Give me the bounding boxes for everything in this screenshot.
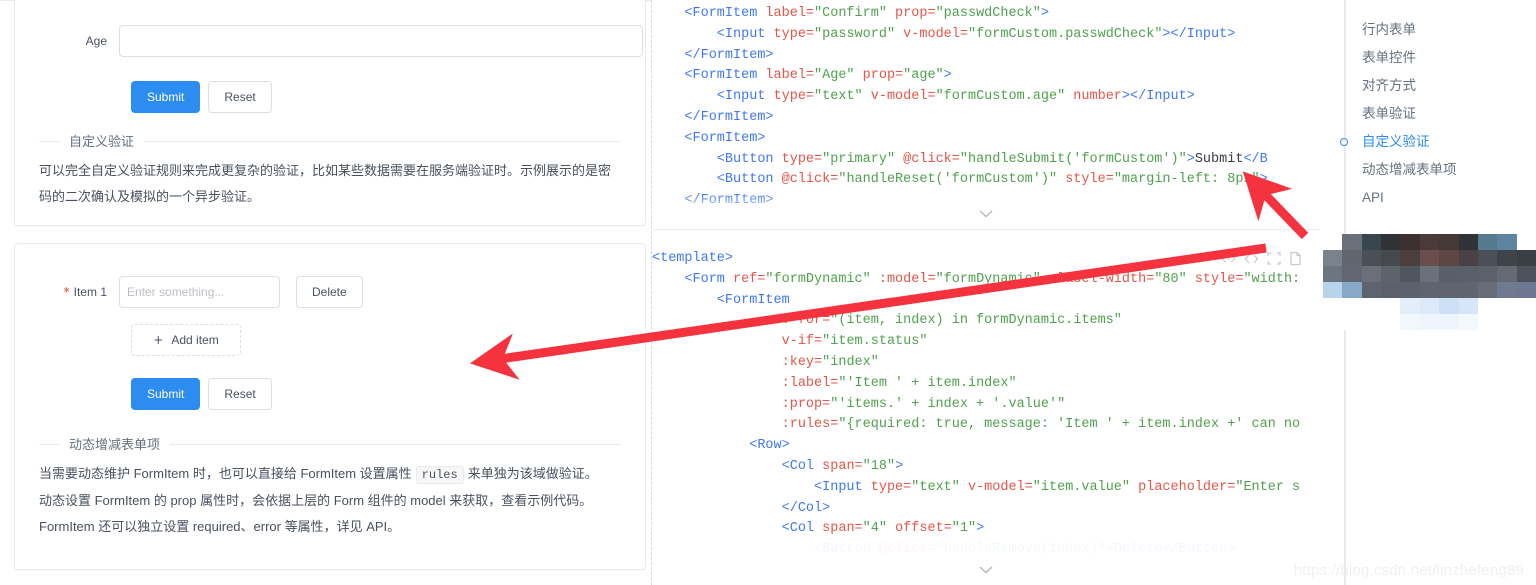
add-item-button[interactable]: + Add item: [131, 324, 241, 356]
section-title-dynamic-items: 动态增减表单项: [59, 434, 171, 453]
add-item-label: Add item: [171, 333, 219, 347]
section-desc-custom-validation: 可以完全自定义验证规则来完成更复杂的验证，比如某些数据需要在服务端验证时。示例展…: [39, 163, 612, 204]
anchor-nav-item-5[interactable]: 动态增减表单项: [1320, 156, 1536, 184]
section-title-custom-validation: 自定义验证: [59, 131, 145, 150]
anchor-nav-list: 行内表单 表单控件 对齐方式 表单验证 自定义验证 动态增减表单项 API: [1320, 16, 1536, 212]
fullscreen-icon[interactable]: [1267, 252, 1281, 265]
blurred-image-block: [1323, 234, 1536, 330]
anchor-nav-item-0[interactable]: 行内表单: [1320, 16, 1536, 44]
delete-item-button[interactable]: Delete: [296, 276, 363, 308]
dynamic-items-button-row: Submit Reset: [131, 378, 621, 410]
section-desc-dynamic-items: 当需要动态维护 FormItem 时，也可以直接给 FormItem 设置属性 r…: [39, 461, 621, 540]
anchor-nav-item-4[interactable]: 自定义验证: [1320, 128, 1536, 156]
code-panel-dynamic-items: <template> <Form ref="formDynamic" :mode…: [652, 243, 1320, 585]
plus-icon: +: [153, 333, 164, 347]
anchor-nav-item-6[interactable]: API: [1320, 184, 1536, 212]
code-toolbar: [1221, 251, 1302, 266]
anchor-nav-label-0: 行内表单: [1362, 22, 1416, 37]
desc-line-1-a: 当需要动态维护 FormItem 时，也可以直接给 FormItem 设置属性: [39, 466, 412, 481]
copy-file-icon[interactable]: [1289, 251, 1302, 266]
item-1-label: * Item 1: [39, 285, 119, 299]
add-item-row: + Add item: [131, 324, 621, 356]
item-1-input[interactable]: [119, 276, 280, 308]
desc-line-1-b: 来单独为该域做验证。: [467, 466, 598, 481]
blurred-image-pixels: [1323, 234, 1536, 330]
submit-button-dynamic[interactable]: Submit: [131, 378, 201, 410]
reset-button[interactable]: Reset: [208, 81, 272, 113]
anchor-nav-item-1[interactable]: 表单控件: [1320, 44, 1536, 72]
anchor-nav-label-4: 自定义验证: [1362, 134, 1430, 149]
age-label: Age: [85, 33, 107, 48]
form-row-age: Age: [39, 25, 643, 57]
custom-validation-card: Age Submit Reset 自定义验证 可以完全自定义验证规则来完成更复杂…: [14, 0, 646, 226]
code-panel-custom-validation: <FormItem label="Confirm" prop="passwdCh…: [652, 0, 1320, 230]
desc-line-1: 当需要动态维护 FormItem 时，也可以直接给 FormItem 设置属性 r…: [39, 461, 611, 488]
code-tag-icon[interactable]: [1244, 253, 1259, 265]
custom-validation-section: 自定义验证 可以完全自定义验证规则来完成更复杂的验证，比如某些数据需要在服务端验…: [39, 131, 621, 210]
page-root: Age Submit Reset 自定义验证 可以完全自定义验证规则来完成更复杂…: [0, 0, 1536, 585]
anchor-nav-label-6: API: [1362, 190, 1384, 205]
code-block-custom-validation[interactable]: <FormItem label="Confirm" prop="passwdCh…: [652, 0, 1320, 229]
dynamic-items-card: *Item 1 Delete + Add item Submit Reset 动态…: [14, 243, 646, 570]
expand-code-chevron-down-icon-bottom[interactable]: [978, 562, 994, 580]
anchor-nav-label-5: 动态增减表单项: [1362, 162, 1457, 177]
age-input[interactable]: [119, 25, 643, 57]
custom-validation-button-row: Submit Reset: [131, 81, 621, 113]
code-block-dynamic-items[interactable]: <template> <Form ref="formDynamic" :mode…: [652, 243, 1320, 561]
anchor-nav-item-3[interactable]: 表单验证: [1320, 100, 1536, 128]
dynamic-items-section: 动态增减表单项 当需要动态维护 FormItem 时，也可以直接给 FormIt…: [39, 434, 621, 540]
form-row-item-1: *Item 1 Delete: [39, 276, 621, 308]
watermark: https://blog.csdn.net/linzhefeng89: [1293, 562, 1524, 579]
active-anchor-dot-icon: [1340, 138, 1348, 146]
custom-validation-body: Age Submit Reset 自定义验证 可以完全自定义验证规则来完成更复杂…: [15, 0, 645, 225]
dynamic-items-body: *Item 1 Delete + Add item Submit Reset 动态…: [15, 244, 645, 569]
anchor-nav-item-2[interactable]: 对齐方式: [1320, 72, 1536, 100]
submit-button[interactable]: Submit: [131, 81, 201, 113]
item-1-label-text: Item 1: [73, 284, 107, 299]
anchor-nav-label-1: 表单控件: [1362, 50, 1416, 65]
anchor-nav-label-3: 表单验证: [1362, 106, 1416, 121]
required-star-icon: *: [63, 284, 70, 299]
desc-line-3: FormItem 还可以独立设置 required、error 等属性，详见 A…: [39, 519, 401, 534]
expand-code-chevron-down-icon[interactable]: [978, 206, 994, 224]
desc-line-2: 动态设置 FormItem 的 prop 属性时，会依据上层的 Form 组件的…: [39, 493, 593, 508]
anchor-nav-label-2: 对齐方式: [1362, 78, 1416, 93]
code-column: <FormItem label="Confirm" prop="passwdCh…: [652, 0, 1320, 585]
expand-code-icon[interactable]: [1221, 253, 1236, 265]
demo-column: Age Submit Reset 自定义验证 可以完全自定义验证规则来完成更复杂…: [0, 0, 652, 585]
reset-button-dynamic[interactable]: Reset: [208, 378, 272, 410]
rules-code-chip: rules: [415, 466, 464, 484]
